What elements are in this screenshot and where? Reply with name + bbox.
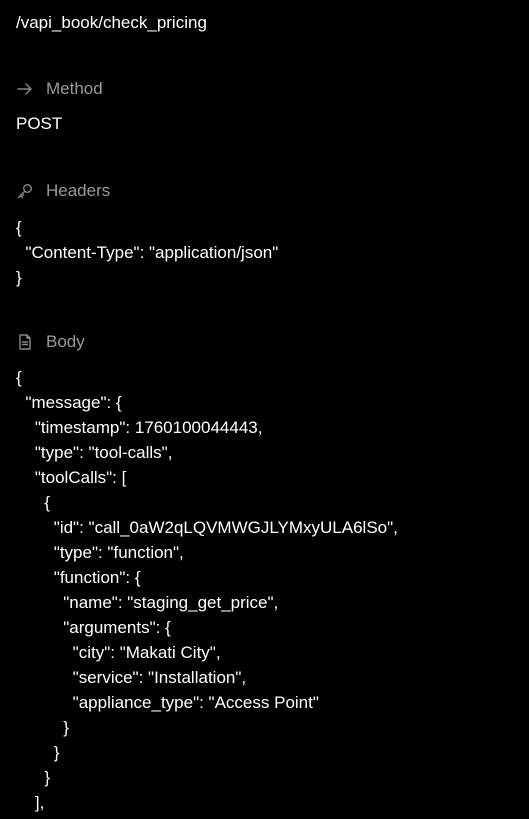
body-section-header: Body bbox=[16, 331, 85, 353]
arrow-right-icon bbox=[16, 80, 34, 98]
body-label: Body bbox=[46, 332, 85, 351]
method-section-header: Method bbox=[16, 78, 103, 100]
method-value: POST bbox=[16, 114, 63, 133]
headers-json: { "Content-Type": "application/json" } bbox=[16, 218, 279, 287]
method-label: Method bbox=[46, 79, 103, 98]
endpoint-path: /vapi_book/check_pricing bbox=[16, 13, 207, 32]
key-icon bbox=[16, 182, 34, 200]
headers-label: Headers bbox=[46, 181, 111, 200]
body-json: { "message": { "timestamp": 176010004444… bbox=[16, 368, 398, 812]
headers-section-header: Headers bbox=[16, 180, 110, 202]
document-icon bbox=[16, 333, 34, 351]
